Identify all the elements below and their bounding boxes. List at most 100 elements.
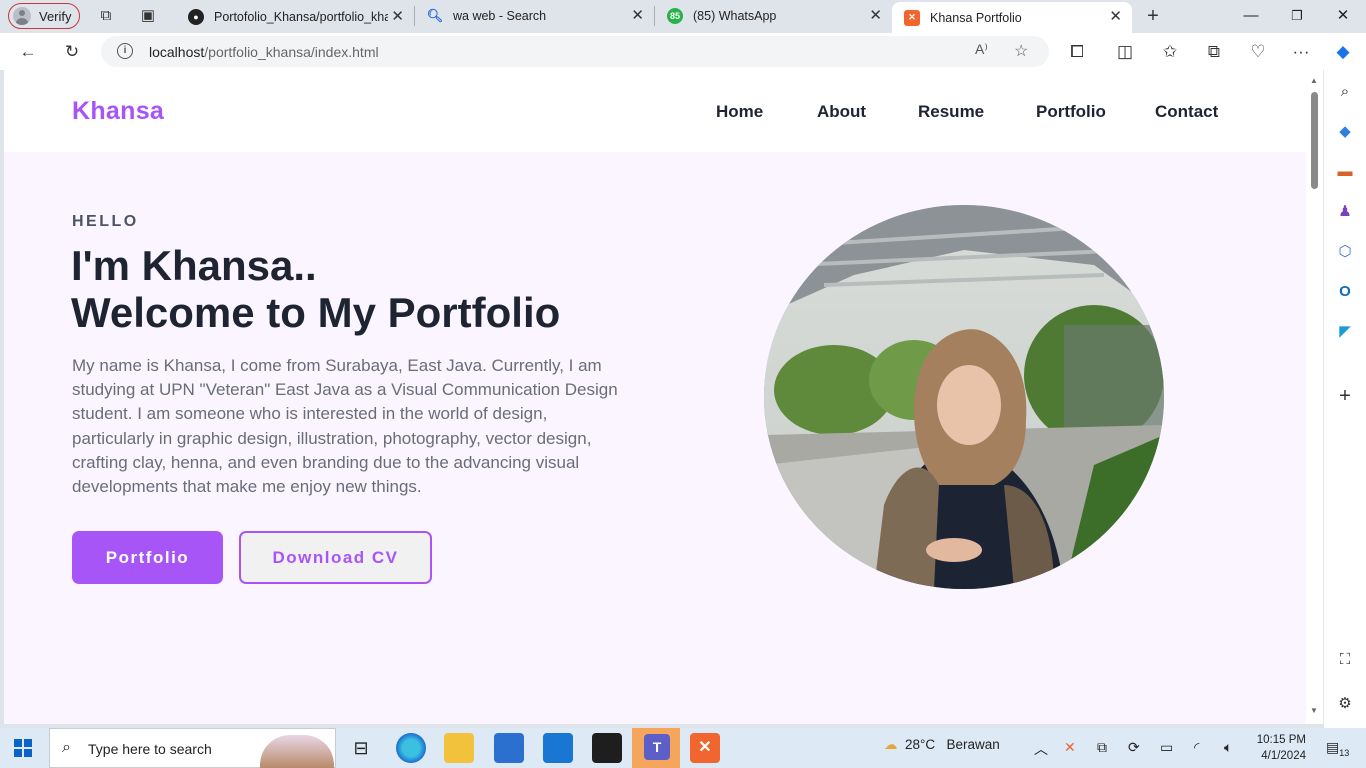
close-window-icon[interactable]: ✕ [1328, 4, 1358, 28]
scroll-down-icon[interactable]: ▼ [1310, 706, 1318, 715]
nav-home[interactable]: Home [716, 102, 763, 122]
taskbar-search-box[interactable]: ⌕ Type here to search [49, 728, 336, 768]
search-icon: ⌕ [62, 739, 71, 756]
edge-sidebar: ⌕ ◆ ▬ ♟ ⬡ O ◤ + ⛶ ⚙ [1323, 70, 1366, 728]
notification-center-icon[interactable]: ▤13 [1326, 739, 1349, 758]
search-icon[interactable]: ⌕ [1335, 82, 1355, 102]
volume-icon[interactable]: 🔈︎ [1224, 739, 1232, 756]
search-icon: 🔍︎ [426, 8, 444, 23]
tray-sync-icon[interactable]: ⟳ [1128, 739, 1140, 756]
minimize-icon[interactable]: — [1236, 4, 1266, 28]
browser-tab-strip: Verify ⧉ ▣ ● Portofolio_Khansa/portfolio… [0, 0, 1366, 33]
url-text[interactable]: localhost/portfolio_khansa/index.html [149, 44, 379, 60]
tab-search[interactable]: 🔍︎ wa web - Search ✕ [414, 6, 654, 26]
hero-heading-line2: Welcome to My Portfolio [71, 289, 561, 336]
nav-about[interactable]: About [817, 102, 866, 122]
close-tab-icon[interactable]: ✕ [869, 8, 882, 23]
weather-temp: 28°C [905, 737, 936, 752]
sidebar-settings-icon[interactable]: ⚙ [1335, 694, 1355, 714]
page-scrollbar[interactable]: ▲ ▼ [1306, 70, 1323, 724]
weather-desc: Berawan [946, 737, 1000, 752]
copilot-icon[interactable]: ◆ [1332, 41, 1354, 63]
xampp-icon: ✕ [904, 9, 920, 26]
tray-battery-icon[interactable]: ▭ [1160, 739, 1173, 756]
tray-device-icon[interactable]: ⧉ [1097, 739, 1107, 756]
address-bar[interactable]: i localhost/portfolio_khansa/index.html … [101, 36, 1049, 67]
task-view-icon[interactable]: ⊟ [346, 733, 376, 763]
taskbar-search-placeholder: Type here to search [88, 741, 212, 757]
weather-cloud-icon: ☁ [884, 737, 898, 752]
profile-photo [764, 205, 1164, 589]
split-screen-icon[interactable]: ◫ [1114, 41, 1136, 63]
tab-whatsapp[interactable]: 85 (85) WhatsApp ✕ [654, 6, 892, 26]
weather-widget[interactable]: ☁ 28°C Berawan [884, 737, 1000, 753]
file-explorer-icon[interactable] [444, 733, 474, 763]
whatsapp-icon: 85 [667, 8, 683, 24]
shopping-tag-icon[interactable]: ◆ [1335, 122, 1355, 142]
favorites-icon[interactable]: ✩ [1159, 41, 1181, 63]
windows-taskbar: ⌕ Type here to search ⊟ T ✕ ☁ 28°C Beraw… [0, 728, 1366, 768]
site-logo[interactable]: Khansa [72, 97, 164, 126]
tab-title: Khansa Portfolio [930, 10, 1022, 25]
games-icon[interactable]: ♟ [1335, 202, 1355, 222]
hero-section: HELLO I'm Khansa.. Welcome to My Portfol… [4, 152, 1306, 724]
browser-toolbar: ← ↻ i localhost/portfolio_khansa/index.h… [0, 33, 1366, 70]
extensions-icon[interactable]: ⧠ [1066, 41, 1088, 63]
scrollbar-thumb[interactable] [1311, 92, 1318, 189]
tab-title: Portofolio_Khansa/portfolio_khansa [214, 9, 388, 24]
browser-essentials-icon[interactable]: ♡ [1247, 41, 1269, 63]
wifi-icon[interactable]: ◜ [1194, 739, 1199, 756]
tools-icon[interactable]: ▬ [1335, 162, 1355, 182]
nav-portfolio[interactable]: Portfolio [1036, 102, 1106, 122]
hero-description: My name is Khansa, I come from Surabaya,… [72, 356, 618, 497]
windows-start-icon[interactable] [14, 739, 32, 757]
site-header: Khansa Home About Resume Portfolio Conta… [4, 70, 1306, 152]
microsoft-store-icon[interactable] [494, 733, 524, 763]
restore-icon[interactable]: ❐ [1282, 4, 1312, 28]
scroll-up-icon[interactable]: ▲ [1310, 76, 1318, 85]
teams-icon[interactable]: T [632, 728, 680, 768]
microsoft365-icon[interactable]: ⬡ [1335, 242, 1355, 262]
hero-heading-line1: I'm Khansa.. [71, 242, 317, 289]
mail-icon[interactable] [543, 733, 573, 763]
workspaces-icon[interactable]: ⧉ [96, 6, 116, 26]
nav-contact[interactable]: Contact [1155, 102, 1218, 122]
close-tab-icon[interactable]: ✕ [1109, 9, 1122, 24]
download-cv-button[interactable]: Download CV [239, 531, 432, 584]
search-highlight-image [260, 735, 334, 768]
site-info-icon[interactable]: i [117, 43, 133, 59]
profile-label: Verify [39, 8, 72, 24]
tab-title: (85) WhatsApp [693, 9, 777, 23]
add-sidebar-app-icon[interactable]: + [1335, 386, 1355, 406]
avatar-icon [13, 7, 31, 25]
collections-icon[interactable]: ⧉ [1203, 41, 1225, 63]
new-tab-icon[interactable]: + [1143, 6, 1163, 26]
refresh-icon[interactable]: ↻ [61, 41, 83, 63]
portfolio-button[interactable]: Portfolio [72, 531, 223, 584]
close-tab-icon[interactable]: ✕ [391, 9, 404, 24]
xampp-taskbar-icon[interactable]: ✕ [690, 733, 720, 763]
clock-date: 4/1/2024 [1261, 750, 1306, 762]
tab-actions-icon[interactable]: ▣ [138, 6, 158, 26]
outlook-icon[interactable]: O [1335, 282, 1355, 302]
screenshot-icon[interactable]: ⛶ [1335, 650, 1355, 670]
more-menu-icon[interactable]: ··· [1290, 41, 1312, 63]
back-icon[interactable]: ← [17, 41, 39, 63]
tab-title: wa web - Search [453, 9, 547, 23]
clock[interactable]: 10:15 PM 4/1/2024 [1254, 732, 1306, 764]
close-tab-icon[interactable]: ✕ [631, 8, 644, 23]
read-aloud-icon[interactable]: A⁾ [975, 41, 988, 58]
clock-time: 10:15 PM [1256, 734, 1306, 746]
profile-button[interactable]: Verify [8, 3, 80, 29]
github-icon: ● [188, 8, 204, 25]
favorite-star-icon[interactable]: ☆ [1014, 41, 1028, 61]
drop-icon[interactable]: ◤ [1335, 322, 1355, 342]
tab-khansa-portfolio[interactable]: ✕ Khansa Portfolio ✕ [892, 2, 1132, 33]
tab-github[interactable]: ● Portofolio_Khansa/portfolio_khansa ✕ [176, 0, 414, 33]
edge-taskbar-icon[interactable] [396, 733, 426, 763]
figma-icon[interactable] [592, 733, 622, 763]
show-hidden-icons-icon[interactable]: ︿ [1034, 739, 1048, 759]
notification-count: 13 [1339, 747, 1350, 758]
xampp-tray-icon[interactable]: ✕ [1064, 739, 1076, 756]
nav-resume[interactable]: Resume [918, 102, 984, 122]
